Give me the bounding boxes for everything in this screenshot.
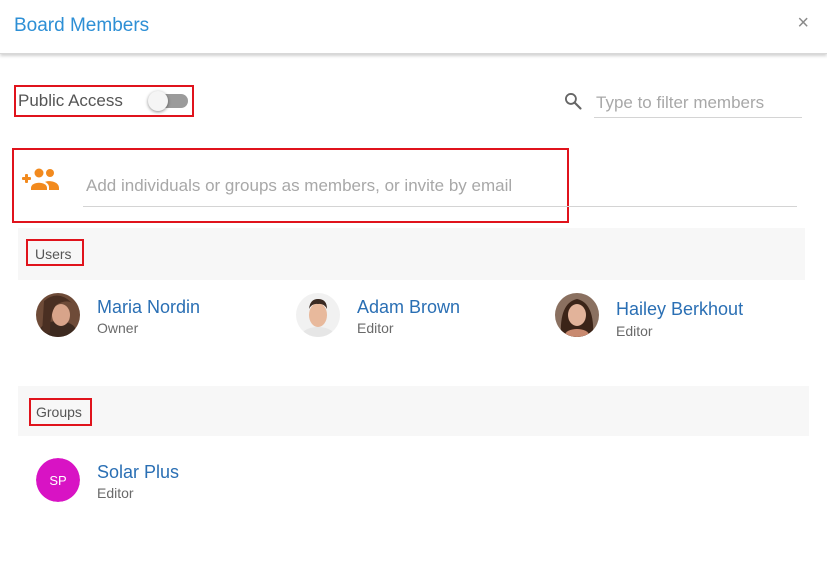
member-item[interactable]: SP Solar Plus Editor xyxy=(36,458,236,504)
users-section-label: Users xyxy=(35,246,72,262)
member-item[interactable]: Hailey Berkhout Editor xyxy=(555,293,755,339)
member-item[interactable]: Maria Nordin Owner xyxy=(36,293,236,339)
member-name: Hailey Berkhout xyxy=(616,299,744,319)
member-role: Editor xyxy=(97,485,134,501)
filter-members-input[interactable] xyxy=(594,88,802,118)
member-role: Owner xyxy=(97,320,139,336)
avatar: SP xyxy=(36,458,80,502)
add-group-icon xyxy=(22,168,59,190)
avatar xyxy=(555,293,599,337)
dialog-title: Board Members xyxy=(14,15,150,36)
groups-section-header xyxy=(18,386,809,436)
member-name: Adam Brown xyxy=(357,297,461,317)
add-members-input[interactable] xyxy=(83,165,797,207)
toggle-knob xyxy=(148,91,168,111)
public-access-label: Public Access xyxy=(18,91,123,110)
member-name: Solar Plus xyxy=(97,462,180,482)
groups-section-label: Groups xyxy=(36,404,82,420)
member-name: Maria Nordin xyxy=(97,297,201,317)
member-role: Editor xyxy=(616,323,653,339)
avatar xyxy=(36,293,80,337)
member-item[interactable]: Adam Brown Editor xyxy=(296,293,496,339)
member-role: Editor xyxy=(357,320,394,336)
public-access-toggle[interactable] xyxy=(148,91,188,111)
group-initials: SP xyxy=(36,458,80,502)
dialog-header: Board Members × xyxy=(0,0,827,54)
close-icon[interactable]: × xyxy=(797,13,809,33)
search-icon xyxy=(565,93,582,110)
avatar xyxy=(296,293,340,337)
users-section-header xyxy=(18,228,805,280)
